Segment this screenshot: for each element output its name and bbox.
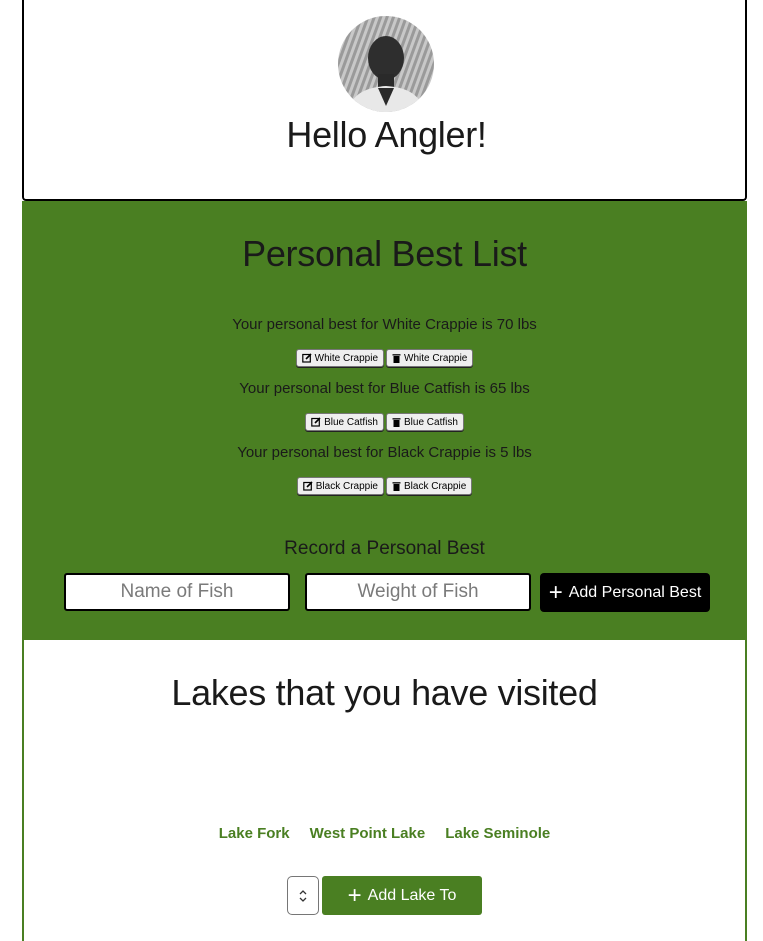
edit-button[interactable]: White Crappie (295, 349, 384, 367)
edit-button[interactable]: Black Crappie (296, 477, 384, 495)
personal-best-entry-text: Your personal best for White Crappie is … (232, 316, 537, 333)
lake-links: Lake Fork West Point Lake Lake Seminole (24, 825, 745, 842)
profile-header: Hello Angler! (22, 0, 747, 201)
add-personal-best-button[interactable]: + Add Personal Best (540, 573, 710, 612)
trash-icon (392, 354, 401, 363)
edit-button-label: Blue Catfish (324, 416, 378, 428)
delete-button-label: White Crappie (404, 352, 468, 364)
personal-best-actions: White Crappie White Crappie (22, 349, 747, 367)
fish-name-input[interactable] (64, 573, 290, 611)
delete-button-label: Blue Catfish (404, 416, 458, 428)
lake-link[interactable]: Lake Seminole (445, 825, 550, 842)
personal-best-section: Personal Best List Your personal best fo… (22, 201, 747, 640)
personal-best-actions: Blue Catfish Blue Catfish (22, 413, 747, 431)
plus-icon: + (548, 578, 563, 606)
trash-icon (392, 418, 401, 427)
edit-button[interactable]: Blue Catfish (305, 413, 384, 431)
delete-button[interactable]: Black Crappie (386, 477, 473, 495)
add-personal-best-label: Add Personal Best (568, 583, 702, 601)
user-avatar-icon (338, 16, 434, 112)
edit-button-label: Black Crappie (315, 480, 378, 492)
edit-icon (311, 417, 321, 427)
record-personal-best-title: Record a Personal Best (284, 538, 485, 559)
delete-button[interactable]: Blue Catfish (386, 413, 464, 431)
lakes-title: Lakes that you have visited (171, 672, 598, 713)
personal-best-entry-text: Your personal best for Blue Catfish is 6… (239, 380, 530, 397)
edit-button-label: White Crappie (314, 352, 378, 364)
fish-weight-input[interactable] (305, 573, 531, 611)
delete-button-label: Black Crappie (404, 480, 467, 492)
trash-icon (392, 482, 401, 491)
personal-best-title: Personal Best List (242, 233, 527, 274)
delete-button[interactable]: White Crappie (386, 349, 474, 367)
lake-link[interactable]: Lake Fork (219, 825, 290, 842)
personal-best-entry-text: Your personal best for Black Crappie is … (237, 444, 532, 461)
greeting-heading: Hello Angler! (286, 114, 487, 155)
lake-select[interactable] (287, 876, 319, 915)
edit-icon (302, 481, 313, 491)
lake-link[interactable]: West Point Lake (310, 825, 426, 842)
avatar (338, 16, 434, 112)
lakes-section: Lakes that you have visited Lake Fork We… (22, 640, 747, 941)
add-lake-label: Add Lake To (367, 886, 457, 904)
add-lake-button[interactable]: + Add Lake To (322, 876, 482, 915)
plus-icon: + (347, 881, 362, 909)
select-arrows-icon (299, 889, 307, 902)
page-frame: Hello Angler! Personal Best List Your pe… (22, 0, 747, 941)
edit-icon (301, 353, 312, 363)
personal-best-actions: Black Crappie Black Crappie (22, 477, 747, 495)
